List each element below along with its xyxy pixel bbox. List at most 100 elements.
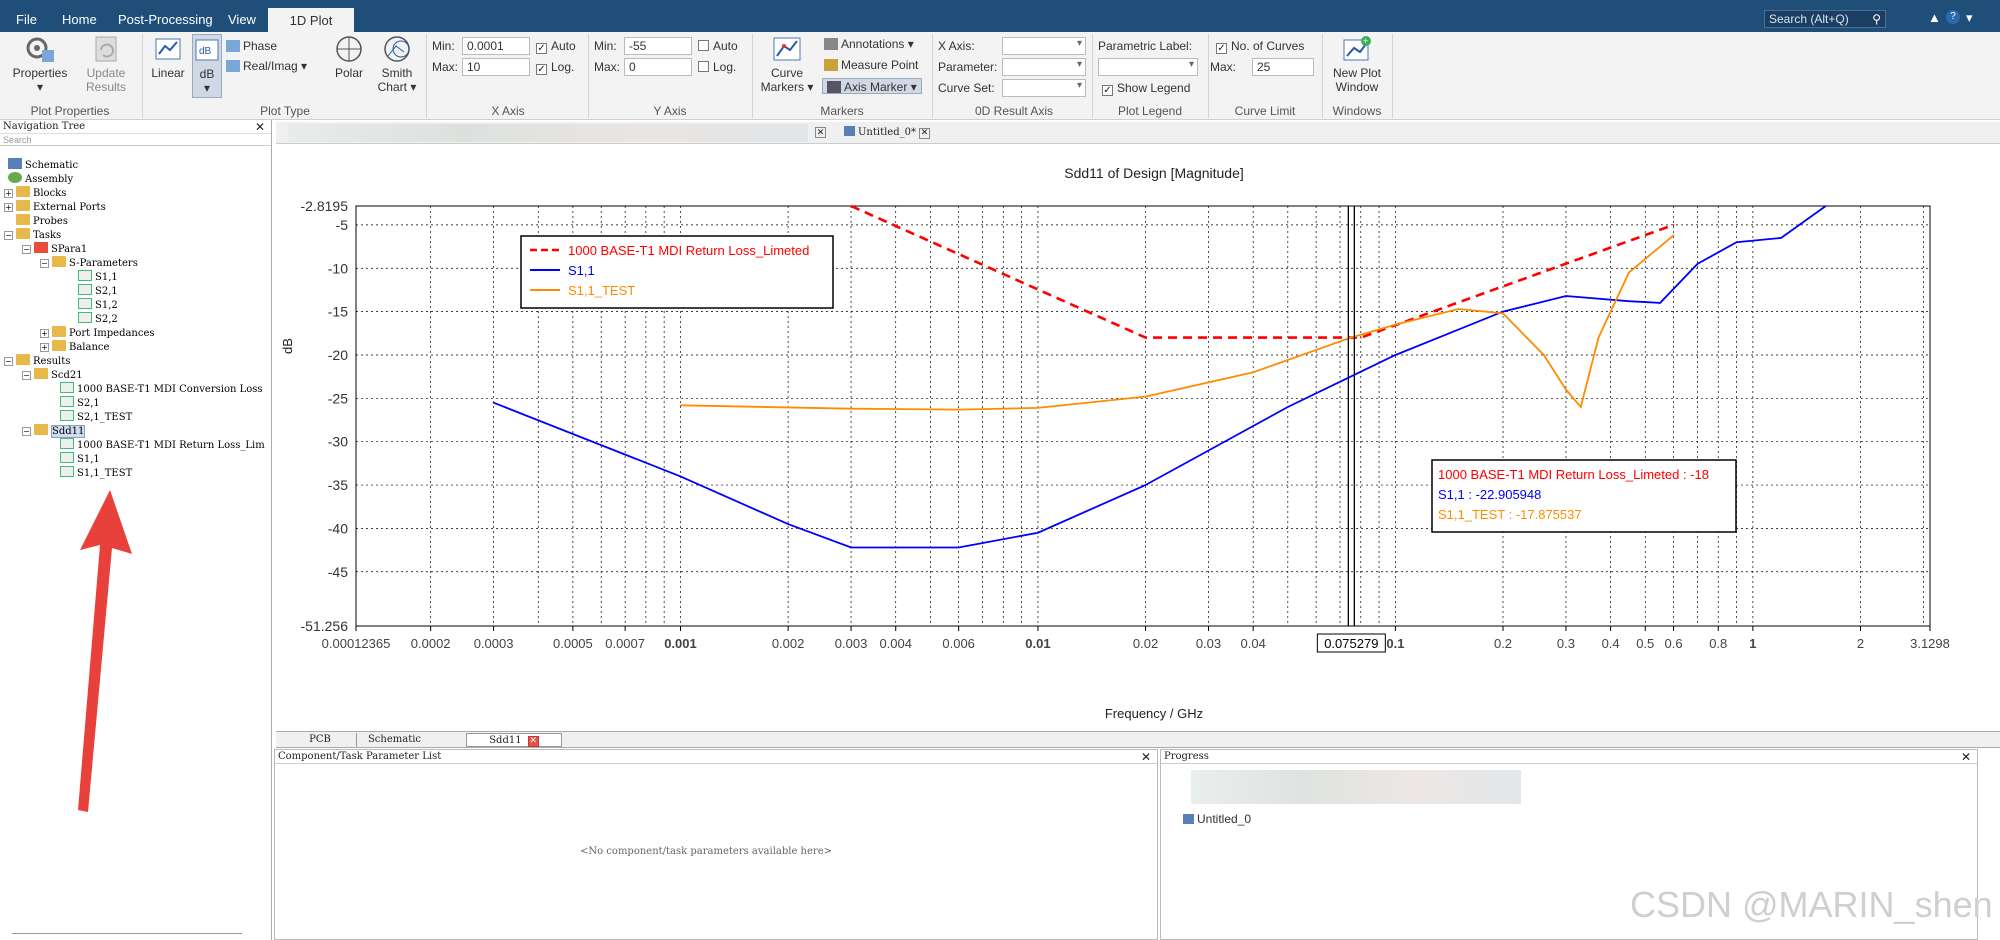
tab-home[interactable]: Home xyxy=(62,9,97,32)
tree-item-s-parameters[interactable]: − S-Parameters xyxy=(40,256,138,270)
update-results-button[interactable]: Update Results xyxy=(78,34,134,94)
legend[interactable]: 1000 BASE-T1 MDI Return Loss_Limeted S1,1… xyxy=(520,235,834,309)
tree-item-s21[interactable]: S2,1 xyxy=(78,284,118,298)
x-log-checkbox[interactable]: ✓ Log. xyxy=(536,59,574,75)
tab-file[interactable]: File xyxy=(16,9,37,32)
measure-point-button[interactable]: Measure Point xyxy=(824,57,918,73)
curve-set-select[interactable] xyxy=(1002,79,1086,97)
chevron-down-icon[interactable]: ▾ xyxy=(1966,10,1973,26)
tree-item-assembly[interactable]: Assembly xyxy=(8,172,73,186)
expand-icon[interactable]: + xyxy=(40,343,49,352)
close-icon[interactable]: ✕ xyxy=(255,120,265,134)
tree-item-sdd11-s11-test[interactable]: S1,1_TEST xyxy=(60,466,132,480)
tree-item-port-impedances[interactable]: + Port Impedances xyxy=(40,326,155,340)
tree-item-scd21-s21[interactable]: S2,1 xyxy=(60,396,100,410)
chevron-up-icon[interactable]: ▲ xyxy=(1928,10,1941,25)
collapse-icon[interactable]: − xyxy=(22,245,31,254)
smith-chart-button[interactable]: Smith Chart ▾ xyxy=(374,34,420,94)
tree-item-tasks[interactable]: − Tasks xyxy=(4,228,61,242)
real-imag-button[interactable]: Real/Imag ▾ xyxy=(226,58,307,74)
curve-limit-group-label: Curve Limit xyxy=(1234,104,1296,118)
tab-view[interactable]: View xyxy=(228,9,256,32)
divider xyxy=(142,34,143,118)
collapse-icon[interactable]: − xyxy=(22,427,31,436)
tree-item-blocks[interactable]: + Blocks xyxy=(4,186,66,200)
tab-post-processing[interactable]: Post-Processing xyxy=(118,9,213,32)
y-auto-checkbox[interactable]: Auto xyxy=(698,38,738,54)
tree-item-label: Balance xyxy=(69,342,110,353)
tab-schematic[interactable]: Schematic xyxy=(356,733,432,747)
x-auto-checkbox[interactable]: ✓ Auto xyxy=(536,38,576,54)
parametric-label-select[interactable] xyxy=(1098,58,1198,76)
tree-search-input[interactable]: Search xyxy=(0,134,271,146)
phase-button[interactable]: Phase xyxy=(226,38,277,54)
tree-item-schematic[interactable]: Schematic xyxy=(8,158,78,172)
curve-icon xyxy=(78,312,92,323)
doc-tab-untitled[interactable]: Untitled_0* ✕ xyxy=(844,125,930,142)
chart-svg[interactable]: Sdd11 of Design [Magnitude] Frequency / … xyxy=(276,146,1976,728)
collapse-icon[interactable]: − xyxy=(22,371,31,380)
tree-item-sdd11-s11[interactable]: S1,1 xyxy=(60,452,100,466)
tree-item-s11[interactable]: S1,1 xyxy=(78,270,118,284)
tree-item-probes[interactable]: Probes xyxy=(16,214,68,228)
tree-item-scd21[interactable]: − Scd21 xyxy=(22,368,83,382)
tab-pcb[interactable]: PCB xyxy=(290,733,350,747)
curve-markers-button[interactable]: Curve Markers ▾ xyxy=(756,34,818,94)
watermark: CSDN @MARIN_shen xyxy=(1630,884,1993,925)
max-curves-input[interactable]: 25 xyxy=(1252,58,1314,76)
axis-marker-button[interactable]: Axis Marker ▾ xyxy=(822,78,922,94)
tree-item-external-ports[interactable]: + External Ports xyxy=(4,200,106,214)
x-axis-select[interactable] xyxy=(1002,37,1086,55)
parameter-select[interactable] xyxy=(1002,58,1086,76)
y-log-checkbox[interactable]: Log. xyxy=(698,59,736,75)
properties-button[interactable]: Properties ▾ xyxy=(8,34,72,94)
expand-icon[interactable]: + xyxy=(4,189,13,198)
series-point-2 xyxy=(1037,407,1039,409)
close-tab-icon[interactable]: ✕ xyxy=(527,736,539,747)
tree-item-s12[interactable]: S1,2 xyxy=(78,298,118,312)
tree-item-conversion-loss[interactable]: 1000 BASE-T1 MDI Conversion Loss xyxy=(60,382,263,396)
tree-item-s22[interactable]: S2,2 xyxy=(78,312,118,326)
polar-button[interactable]: Polar xyxy=(326,34,372,80)
y-min-input[interactable]: -55 xyxy=(624,37,692,55)
progress-item[interactable]: Untitled_0 xyxy=(1183,812,1251,826)
tree-item-spara1[interactable]: − SPara1 xyxy=(22,242,87,256)
x-max-input[interactable]: 10 xyxy=(462,58,530,76)
x-min-input[interactable]: 0.0001 xyxy=(462,37,530,55)
folder-icon xyxy=(34,424,48,435)
collapse-icon[interactable]: − xyxy=(40,259,49,268)
tab-1d-plot[interactable]: 1D Plot xyxy=(268,8,354,32)
expand-icon[interactable]: + xyxy=(40,329,49,338)
help-icon[interactable]: ? xyxy=(1946,10,1960,24)
show-legend-checkbox[interactable]: ✓ Show Legend xyxy=(1102,80,1190,96)
close-tab-icon[interactable]: ✕ xyxy=(918,128,930,139)
no-of-curves-checkbox[interactable]: ✓ No. of Curves xyxy=(1216,38,1304,54)
marker-readout[interactable]: 1000 BASE-T1 MDI Return Loss_Limeted : -… xyxy=(1431,459,1737,533)
close-tab-icon[interactable]: ✕ xyxy=(815,127,826,138)
doc-tab-label: Untitled_0* xyxy=(858,127,916,138)
expand-icon[interactable]: + xyxy=(4,203,13,212)
tab-sdd11[interactable]: Sdd11 ✕ xyxy=(466,733,562,747)
new-plot-window-button[interactable]: + New Plot Window xyxy=(1326,34,1388,94)
scrollbar[interactable] xyxy=(12,933,242,934)
collapse-icon[interactable]: − xyxy=(4,231,13,240)
linear-button[interactable]: Linear xyxy=(148,34,188,80)
tree-item-results[interactable]: − Results xyxy=(4,354,70,368)
series-point-0 xyxy=(850,205,852,207)
tree-item-label: 1000 BASE-T1 MDI Return Loss_Lim xyxy=(77,440,265,451)
tree-item-return-loss-limit[interactable]: 1000 BASE-T1 MDI Return Loss_Lim xyxy=(60,438,265,452)
tree-item-balance[interactable]: + Balance xyxy=(40,340,109,354)
tree-item-scd21-s21-test[interactable]: S2,1_TEST xyxy=(60,410,132,424)
y-max-input[interactable]: 0 xyxy=(624,58,692,76)
x-axis-select-label: X Axis: xyxy=(938,39,975,53)
close-icon[interactable]: ✕ xyxy=(1961,750,1971,764)
close-icon[interactable]: ✕ xyxy=(1141,750,1151,764)
search-input[interactable]: Search (Alt+Q) ⚲ xyxy=(1764,10,1886,28)
tree-item-sdd11[interactable]: − Sdd11 xyxy=(22,424,86,438)
collapse-icon[interactable]: − xyxy=(4,357,13,366)
svg-text:+: + xyxy=(1363,36,1368,46)
annotations-button[interactable]: Annotations ▾ xyxy=(824,36,914,52)
db-button[interactable]: dB dB ▾ xyxy=(192,34,222,98)
x-axis-group-label: X Axis xyxy=(491,104,525,118)
search-icon[interactable]: ⚲ xyxy=(1872,12,1881,26)
